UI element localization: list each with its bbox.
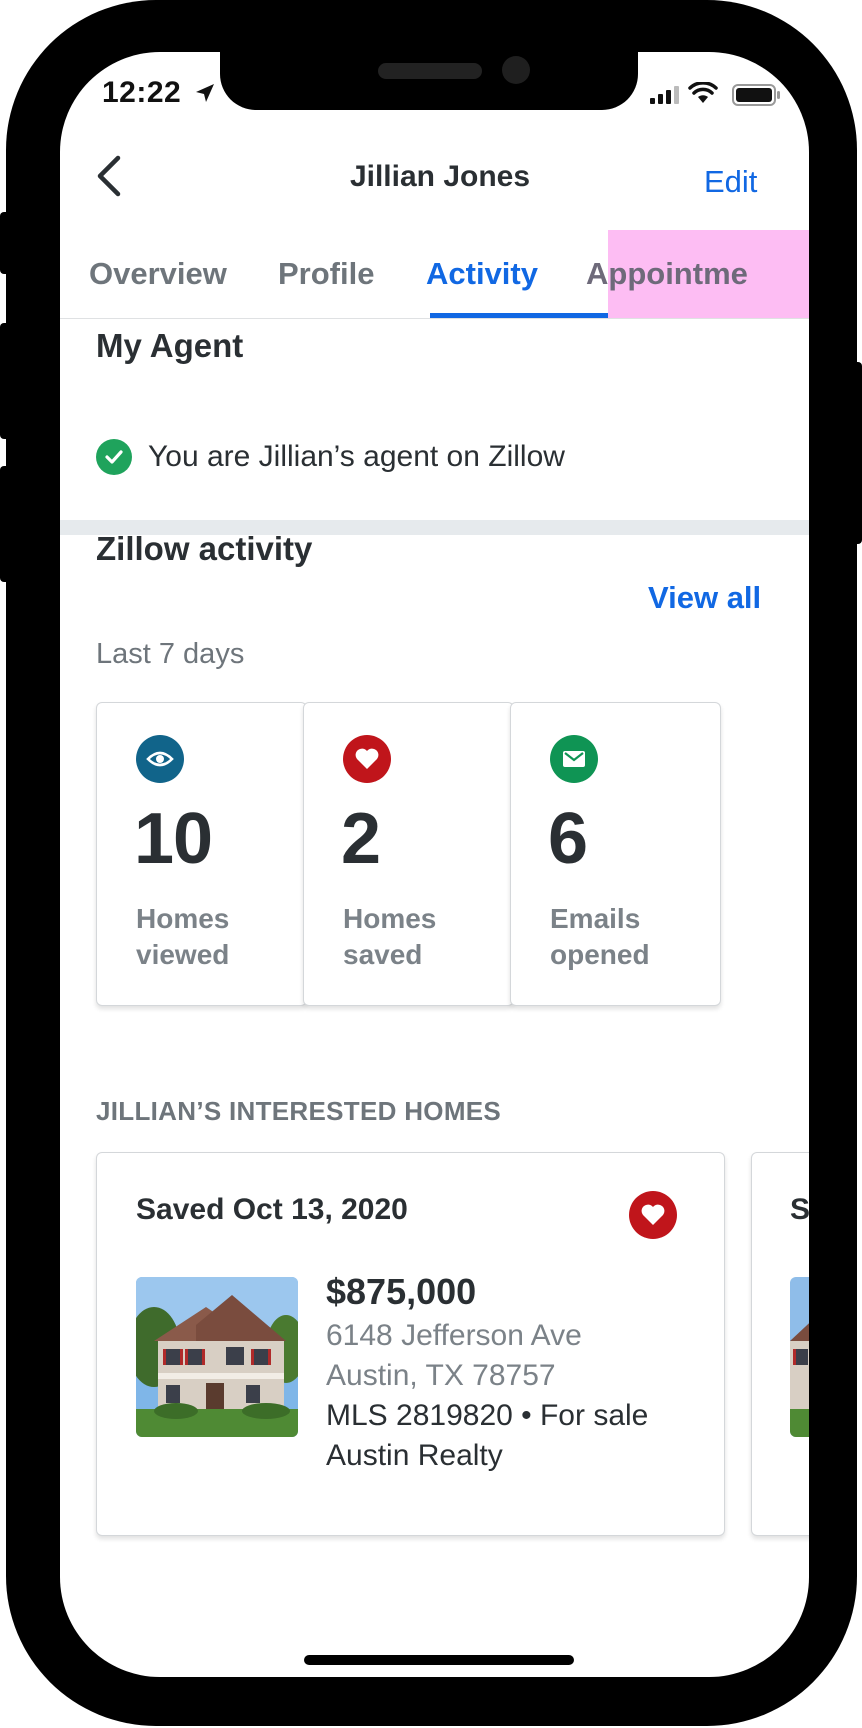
my-agent-title: My Agent <box>96 327 244 364</box>
status-time: 12:22 <box>102 76 182 109</box>
stat-label-line1: Homes <box>343 903 437 934</box>
heart-icon <box>343 735 391 783</box>
eye-icon <box>136 735 184 783</box>
tab-bar: Overview Profile Activity Appointme <box>60 230 809 319</box>
wifi-icon <box>688 82 718 103</box>
check-circle-icon <box>96 439 132 475</box>
activity-period: Last 7 days <box>96 638 245 670</box>
stat-label: Homes viewed <box>136 901 296 973</box>
stat-card-homes-saved[interactable]: 2 Homes saved <box>303 702 514 1006</box>
chevron-left-icon <box>97 155 121 197</box>
location-arrow-icon <box>196 84 214 102</box>
stat-label-line2: saved <box>343 939 423 970</box>
home-card[interactable]: Saved Oct 13, 2020 $875,000 6148 Jeffers… <box>96 1152 725 1536</box>
stat-value: 10 <box>134 799 213 879</box>
view-all-link[interactable]: View all <box>648 580 761 616</box>
agent-status-text: You are Jillian’s agent on Zillow <box>148 440 565 473</box>
speaker <box>378 63 482 79</box>
page-title: Jillian Jones <box>349 160 531 193</box>
notch <box>220 52 638 110</box>
home-street: 6148 Jefferson Ave <box>326 1319 582 1352</box>
stat-label-line1: Homes <box>136 903 230 934</box>
tab-activity[interactable]: Activity <box>426 230 538 318</box>
saved-date-partial: S <box>790 1193 809 1226</box>
stat-label: Homes saved <box>343 901 503 973</box>
tab-appointments[interactable]: Appointme <box>586 230 748 318</box>
zillow-activity-title: Zillow activity <box>96 530 313 567</box>
tab-overview[interactable]: Overview <box>89 230 227 318</box>
home-photo <box>136 1277 298 1437</box>
cellular-signal-icon <box>650 86 679 104</box>
tab-profile[interactable]: Profile <box>278 230 374 318</box>
stat-label-line2: viewed <box>136 939 230 970</box>
home-card-next[interactable]: S <box>751 1152 809 1536</box>
stat-label: Emails opened <box>550 901 710 973</box>
stat-value: 2 <box>341 799 381 879</box>
phone-frame: 12:22 Jillian Jones Edit Overview Profil… <box>6 0 857 1726</box>
home-photo-partial <box>790 1277 809 1437</box>
heart-icon <box>641 1204 665 1225</box>
app-screen: 12:22 Jillian Jones Edit Overview Profil… <box>60 52 809 1677</box>
home-indicator[interactable] <box>304 1655 574 1665</box>
home-brokerage: Austin Realty <box>326 1439 503 1472</box>
stat-card-homes-viewed[interactable]: 10 Homes viewed <box>96 702 307 1006</box>
back-button[interactable] <box>86 148 134 204</box>
front-camera <box>502 56 530 84</box>
home-city: Austin, TX 78757 <box>326 1359 556 1392</box>
active-tab-indicator <box>430 313 608 318</box>
home-mls-status: MLS 2819820 • For sale <box>326 1399 649 1432</box>
favorite-button[interactable] <box>629 1191 677 1239</box>
stat-label-line2: opened <box>550 939 650 970</box>
saved-date: Saved Oct 13, 2020 <box>136 1193 408 1226</box>
interested-homes-heading: JILLIAN’S INTERESTED HOMES <box>96 1096 502 1126</box>
stat-label-line1: Emails <box>550 903 641 934</box>
envelope-icon <box>550 735 598 783</box>
stat-card-emails-opened[interactable]: 6 Emails opened <box>510 702 721 1006</box>
home-price: $875,000 <box>326 1271 477 1312</box>
stat-value: 6 <box>548 799 588 879</box>
agent-status: You are Jillian’s agent on Zillow <box>96 439 565 475</box>
battery-icon <box>732 84 780 106</box>
edit-button[interactable]: Edit <box>704 164 757 200</box>
